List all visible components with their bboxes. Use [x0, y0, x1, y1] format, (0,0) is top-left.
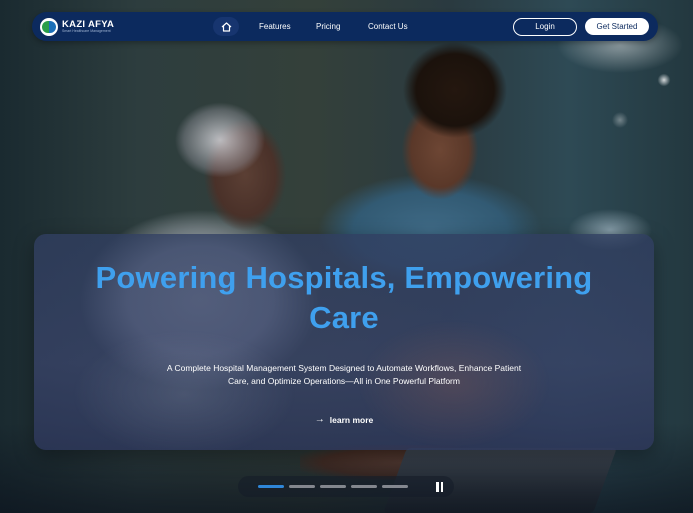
- login-button[interactable]: Login: [513, 18, 577, 36]
- nav-link-pricing[interactable]: Pricing: [316, 12, 340, 41]
- hero-title-line-1: Powering Hospitals, Empowering: [95, 260, 593, 295]
- hero-subtitle: A Complete Hospital Management System De…: [144, 362, 544, 388]
- hero-subtitle-line-1: A Complete Hospital Management System De…: [166, 363, 522, 373]
- arrow-right-icon: →: [314, 414, 325, 425]
- home-icon: [221, 21, 231, 32]
- nav-link-features[interactable]: Features: [259, 12, 291, 41]
- hero-subtitle-line-2: Care, and Optimize Operations—All in One…: [228, 376, 460, 386]
- carousel-dot-1[interactable]: [258, 485, 284, 488]
- nav-home-button[interactable]: [213, 17, 239, 36]
- carousel-dot-2[interactable]: [289, 485, 315, 488]
- hero-card: Powering Hospitals, Empowering Care A Co…: [34, 234, 654, 450]
- kazi-afya-logo-icon: [40, 17, 58, 36]
- carousel-dot-3[interactable]: [320, 485, 346, 488]
- learn-more-label: learn more: [329, 414, 374, 425]
- hero-title-line-2: Care: [309, 300, 379, 335]
- pause-icon[interactable]: [435, 482, 444, 492]
- learn-more-link[interactable]: → learn more: [34, 414, 654, 425]
- carousel-controls: [238, 476, 454, 497]
- hero-title: Powering Hospitals, Empowering Care: [34, 258, 654, 338]
- brand-tagline: Smart Healthcare Management: [62, 29, 111, 33]
- carousel-dot-4[interactable]: [351, 485, 377, 488]
- brand-logo[interactable]: KAZI AFYA Smart Healthcare Management: [40, 17, 115, 36]
- brand-name: KAZI AFYA: [62, 18, 115, 30]
- get-started-button[interactable]: Get Started: [585, 18, 649, 35]
- nav-link-contact-us[interactable]: Contact Us: [368, 12, 408, 41]
- hands-on-keyboard: [300, 445, 500, 480]
- navbar: KAZI AFYA Smart Healthcare Management Fe…: [32, 12, 658, 41]
- carousel-dot-5[interactable]: [382, 485, 408, 488]
